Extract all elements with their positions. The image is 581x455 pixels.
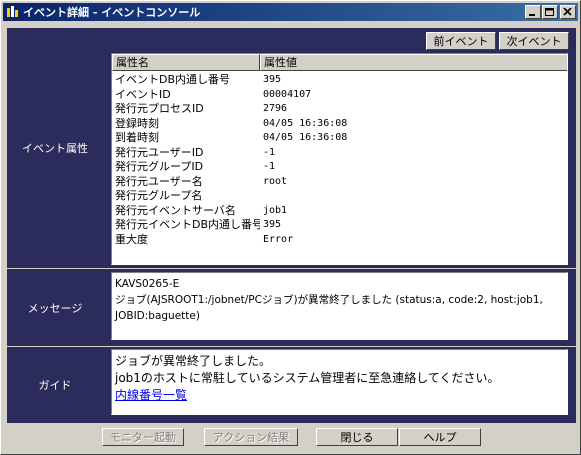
prev-event-button[interactable]: 前イベント [426, 32, 496, 50]
attribute-value: job1 [263, 204, 288, 216]
guide-label-text: ガイド [38, 379, 72, 392]
attribute-row[interactable]: 発行元ユーザー名 root [112, 174, 567, 190]
attribute-name: イベントID [115, 87, 171, 101]
attributes-label-text: イベント属性 [22, 142, 88, 155]
title-bar[interactable]: イベント詳細 - イベントコンソール [3, 3, 578, 21]
attribute-row[interactable]: 到着時刻 04/05 16:36:08 [112, 131, 567, 146]
message-text-area[interactable]: KAVS0265-E ジョブ(AJSROOT1:/jobnet/PCジョブ)が異… [111, 272, 568, 340]
close-icon [563, 8, 572, 16]
monitor-launch-button[interactable]: モニター起動 [102, 428, 184, 446]
attribute-row[interactable]: 発行元プロセスID 2796 [112, 102, 567, 117]
message-line: ジョブ(AJSROOT1:/jobnet/PCジョブ)が異常終了しました (st… [115, 294, 543, 306]
attribute-list-header: 属性名 属性値 [112, 54, 567, 71]
guide-line: ジョブが異常終了しました。 [115, 354, 272, 368]
attribute-name: 発行元イベントDB内通し番号 [115, 218, 260, 231]
guide-section-label: ガイド [7, 346, 103, 423]
attribute-rows: イベントDB内通し番号 395 イベントID 00004107 発行元プロセスID 279… [112, 73, 567, 248]
attribute-value: 395 [263, 74, 282, 85]
attribute-row[interactable]: 重大度 Error [112, 232, 567, 248]
action-result-button[interactable]: アクション結果 [204, 428, 298, 446]
attribute-value: Error [263, 233, 294, 245]
attribute-row[interactable]: 発行元イベントDB内通し番号 395 [112, 218, 567, 233]
attribute-value: 395 [263, 219, 282, 230]
app-icon [6, 5, 20, 19]
maximize-button[interactable] [542, 5, 558, 19]
extension-list-link[interactable]: 内線番号一覧 [115, 388, 187, 402]
attribute-name: 発行元イベントサーバ名 [115, 203, 236, 217]
guide-line: job1のホストに常駐しているシステム管理者に至急連絡してください。 [115, 371, 500, 385]
attribute-list[interactable]: 属性名 属性値 イベントDB内通し番号 395 イベントID 00004107 発行元プ… [111, 53, 568, 265]
attributes-section-label: イベント属性 [7, 28, 103, 268]
attribute-value: -1 [263, 146, 276, 158]
attribute-row[interactable]: 登録時刻 04/05 16:36:08 [112, 116, 567, 132]
message-section-label: メッセージ [7, 268, 103, 347]
guide-text-area[interactable]: ジョブが異常終了しました。 job1のホストに常駐しているシステム管理者に至急連… [111, 349, 568, 415]
attribute-name: 発行元グループ名 [115, 189, 203, 202]
attribute-row[interactable]: イベントID 00004107 [112, 87, 567, 103]
minimize-icon [529, 14, 535, 16]
message-line: KAVS0265-E [115, 278, 180, 290]
attribute-value: 04/05 16:36:08 [263, 132, 348, 143]
attribute-name: イベントDB内通し番号 [115, 73, 231, 86]
attribute-value [260, 189, 263, 204]
attribute-row[interactable]: イベントDB内通し番号 395 [112, 73, 567, 88]
event-detail-window: イベント詳細 - イベントコンソール イベント属性 前イベント 次イベント 属性… [0, 0, 581, 455]
attribute-name: 登録時刻 [115, 116, 159, 130]
attribute-row[interactable]: 発行元ユーザーID -1 [112, 145, 567, 161]
attribute-name: 到着時刻 [115, 131, 159, 144]
minimize-button[interactable] [525, 5, 541, 19]
attribute-row[interactable]: 発行元グループ名 [112, 189, 567, 204]
attribute-value: root [263, 175, 288, 187]
message-label-text: メッセージ [27, 302, 83, 315]
window-title: イベント詳細 - イベントコンソール [23, 6, 201, 19]
attribute-row[interactable]: 発行元イベントサーバ名 job1 [112, 203, 567, 219]
attribute-value: 04/05 16:36:08 [263, 117, 348, 129]
maximize-icon [545, 8, 554, 16]
attribute-value: 2796 [263, 103, 288, 114]
attribute-name: 発行元プロセスID [115, 102, 204, 115]
attribute-value: -1 [263, 161, 276, 172]
column-header-name[interactable]: 属性名 [112, 54, 260, 71]
message-line: JOBID:baguette) [115, 310, 200, 322]
attribute-name: 発行元グループID [115, 160, 204, 173]
attribute-row[interactable]: 発行元グループID -1 [112, 160, 567, 175]
attribute-name: 重大度 [115, 232, 148, 246]
close-dialog-button[interactable]: 閉じる [316, 428, 398, 446]
close-button[interactable] [560, 5, 576, 19]
attribute-name: 発行元ユーザー名 [115, 174, 203, 188]
attribute-name: 発行元ユーザーID [115, 145, 204, 159]
column-header-value[interactable]: 属性値 [260, 54, 567, 71]
attribute-value: 00004107 [263, 88, 312, 100]
help-button[interactable]: ヘルプ [399, 428, 481, 446]
next-event-button[interactable]: 次イベント [499, 32, 569, 50]
